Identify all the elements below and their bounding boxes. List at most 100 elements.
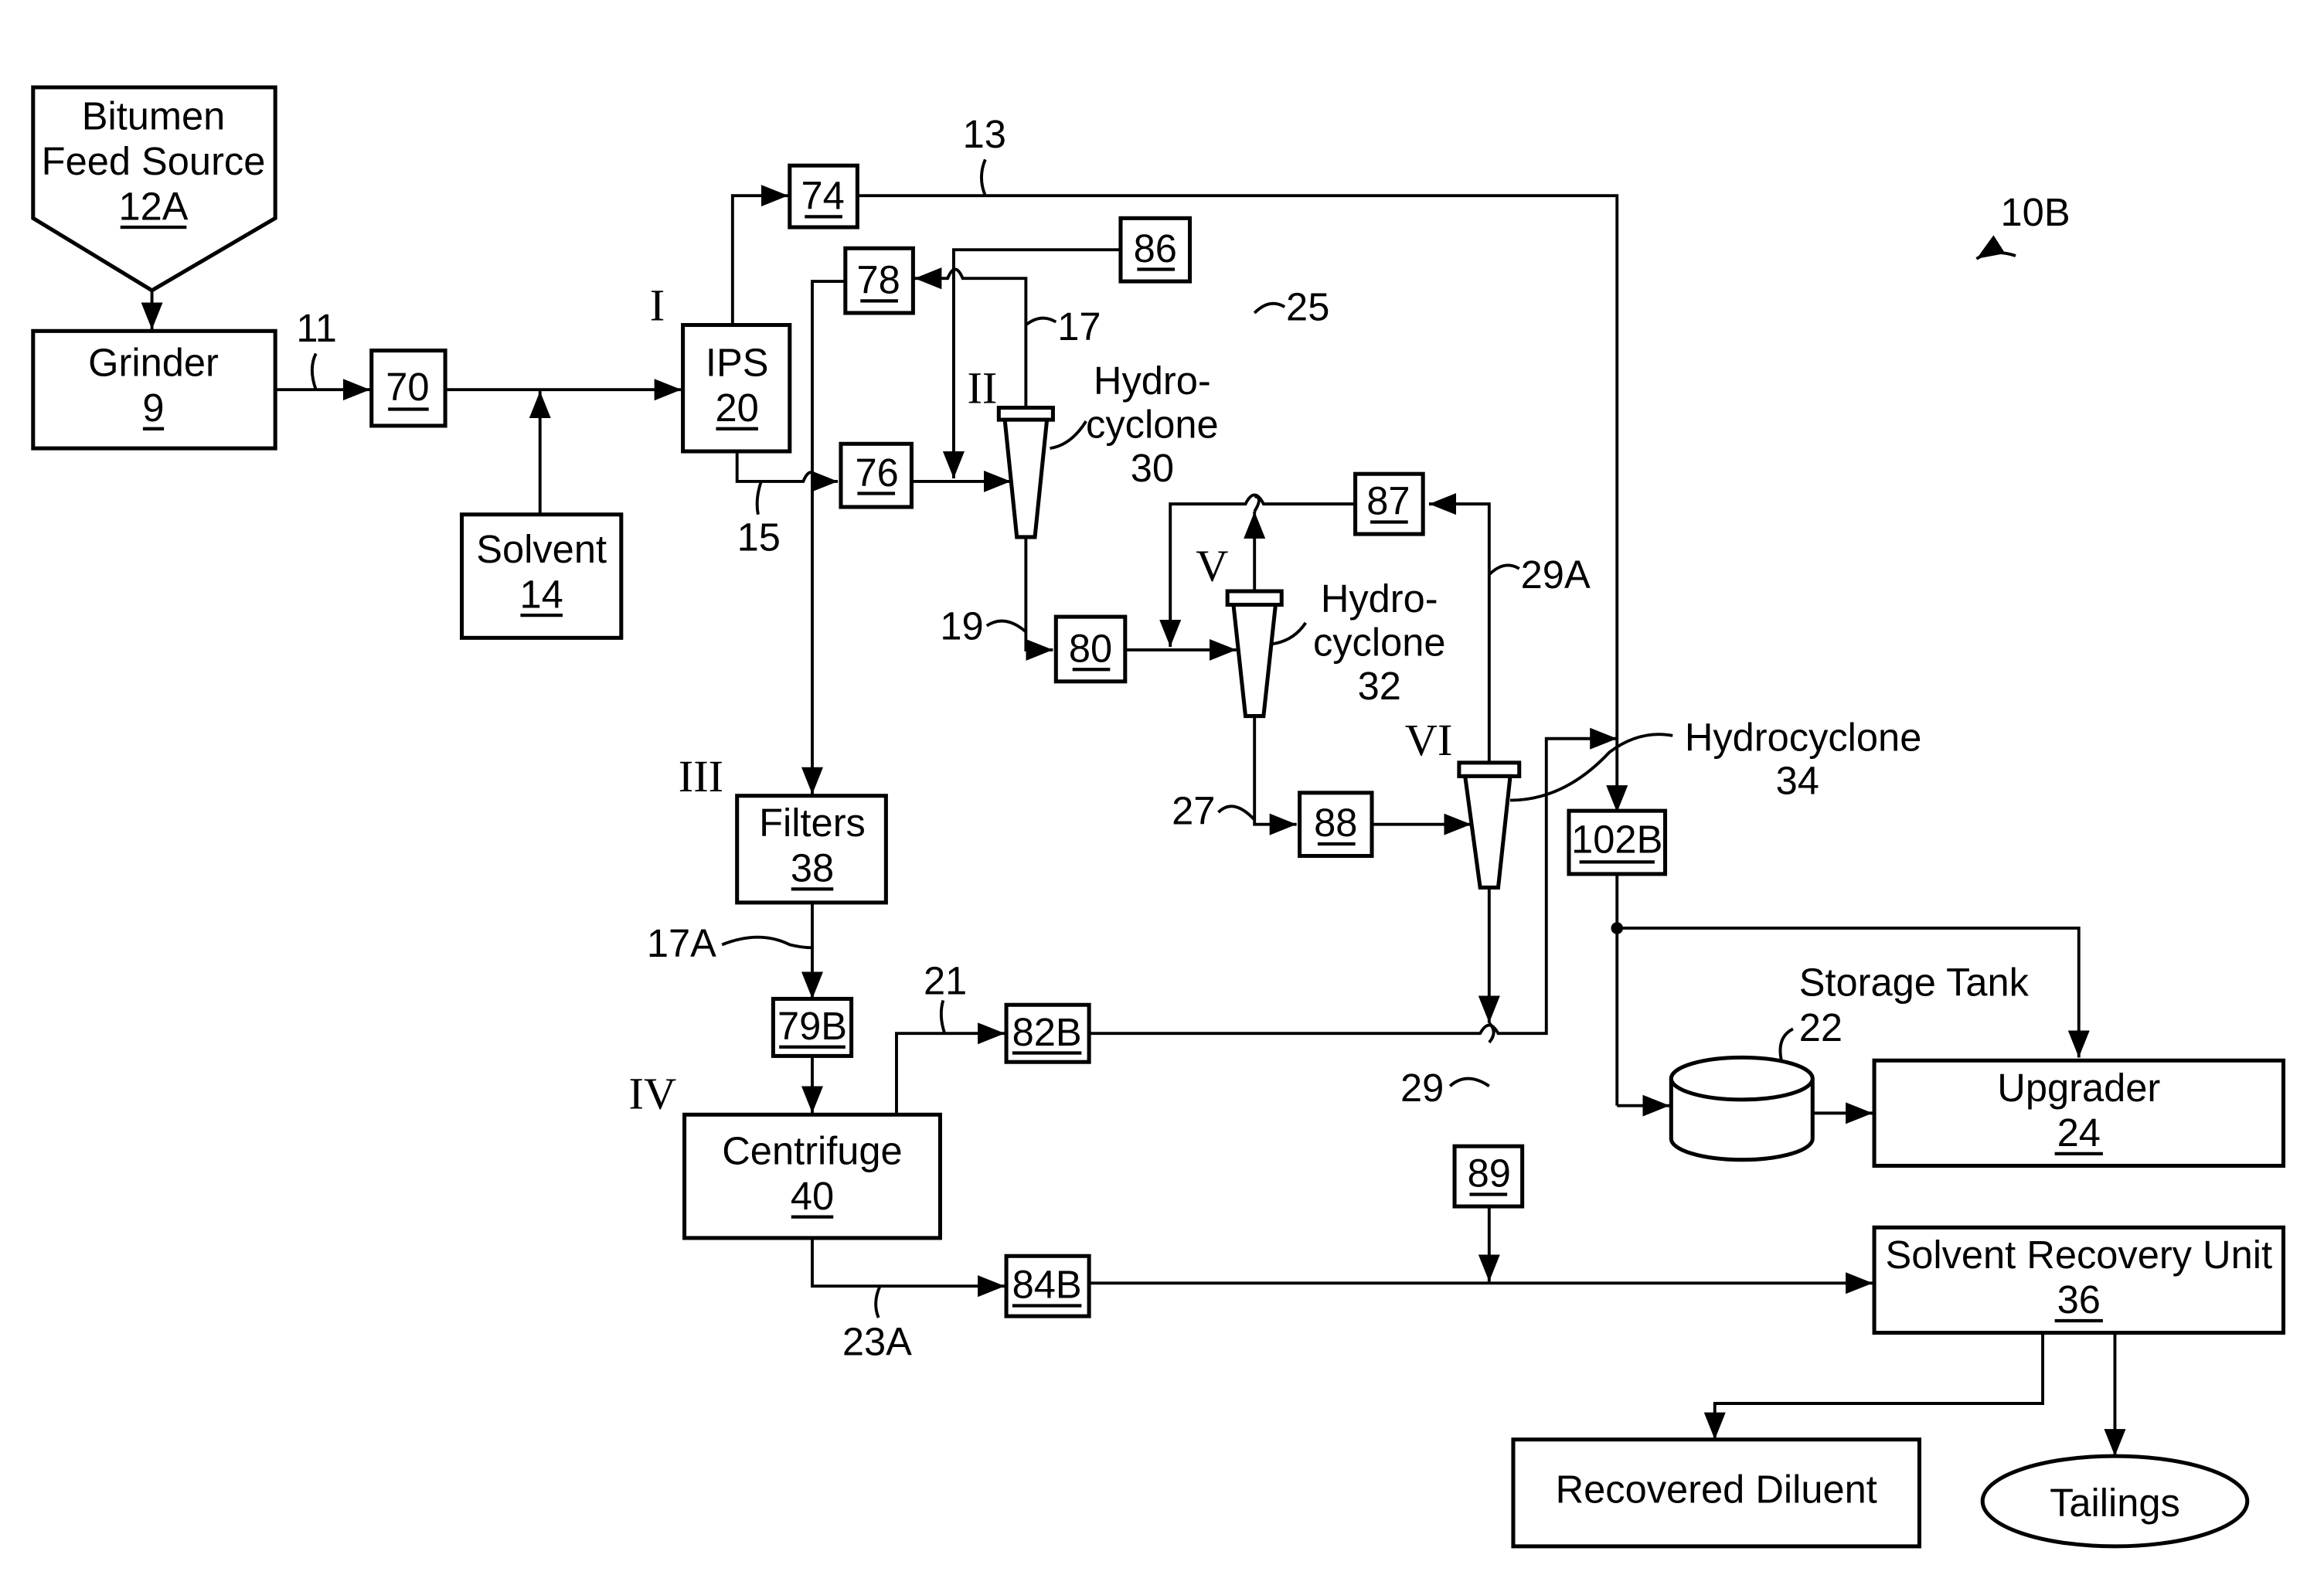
hc30-label-1: Hydro- <box>1094 359 1211 403</box>
box-78-label: 78 <box>856 258 900 302</box>
hydrocyclone-30[interactable]: Hydro- cyclone 30 <box>996 359 1219 539</box>
solvent-unit[interactable]: Solvent 14 <box>459 512 624 640</box>
leader-hc30 <box>1050 420 1087 451</box>
leader-23a <box>874 1285 882 1318</box>
solvent-label: Solvent <box>476 527 607 571</box>
box-102b[interactable]: 102B <box>1567 808 1668 876</box>
leader-15 <box>755 481 763 515</box>
box-79b[interactable]: 79B <box>771 996 854 1058</box>
stream-label-25: 25 <box>1286 285 1329 329</box>
hc30-label-2: cyclone <box>1086 402 1219 446</box>
leader-10b <box>1975 235 2016 260</box>
stream-label-15: 15 <box>737 515 781 559</box>
hc32-cap <box>1225 589 1284 607</box>
recovered-diluent-label: Recovered Diluent <box>1556 1467 1877 1511</box>
leader-hc34 <box>1510 733 1673 802</box>
filters-unit[interactable]: Filters 38 <box>735 794 888 905</box>
stream-label-13: 13 <box>963 112 1006 156</box>
box-82b-label: 82B <box>1012 1010 1082 1054</box>
box-89-label: 89 <box>1468 1151 1511 1196</box>
box-76-label: 76 <box>856 451 899 495</box>
leader-25 <box>1253 301 1286 315</box>
box-79b-label: 79B <box>778 1004 847 1048</box>
tailings-label: Tailings <box>2050 1481 2180 1525</box>
feed-source-label-2: Feed Source <box>42 139 266 183</box>
box-82b[interactable]: 82B <box>1004 1002 1091 1064</box>
stream-label-23a: 23A <box>842 1320 912 1364</box>
leader-11 <box>310 352 318 390</box>
hc32-label-1: Hydro- <box>1321 577 1438 621</box>
line-19 <box>1024 538 1053 661</box>
stage-label-ii: II <box>967 363 997 413</box>
box-86[interactable]: 86 <box>1118 216 1193 284</box>
small-boxes: 70 74 78 86 76 87 80 88 102B 79B 82B 89 … <box>369 163 1668 1318</box>
centrifuge-ref: 40 <box>791 1174 834 1218</box>
leader-29a <box>1488 563 1520 577</box>
stream-label-29: 29 <box>1400 1066 1444 1110</box>
box-87[interactable]: 87 <box>1353 471 1425 536</box>
centrifuge-label: Centrifuge <box>722 1129 902 1173</box>
upgrader-label: Upgrader <box>1997 1066 2160 1110</box>
box-88[interactable]: 88 <box>1298 791 1374 859</box>
line-sru-to-diluent <box>1703 1334 2044 1440</box>
process-flow-diagram: Bitumen Feed Source 12A Grinder 9 Solven… <box>31 85 2285 1549</box>
hc32-ref: 32 <box>1358 664 1401 708</box>
centrifuge-unit[interactable]: Centrifuge 40 <box>682 1112 942 1240</box>
filters-ref: 38 <box>791 846 834 890</box>
solvent-recovery-unit[interactable]: Solvent Recovery Unit 36 <box>1872 1225 2285 1335</box>
box-76[interactable]: 76 <box>839 441 914 509</box>
upgrader-unit[interactable]: Upgrader 24 <box>1872 1058 2285 1168</box>
stage-label-iv: IV <box>629 1069 677 1119</box>
filters-label: Filters <box>759 801 866 845</box>
stream-label-17: 17 <box>1057 304 1101 349</box>
box-87-label: 87 <box>1366 479 1410 523</box>
box-84b[interactable]: 84B <box>1004 1254 1091 1318</box>
hc32-label-2: cyclone <box>1313 621 1446 665</box>
box-78[interactable]: 78 <box>843 246 915 315</box>
ips-label: IPS <box>706 341 769 385</box>
stream-label-29a: 29A <box>1521 553 1591 597</box>
bitumen-feed-source[interactable]: Bitumen Feed Source 12A <box>31 85 277 293</box>
box-74[interactable]: 74 <box>788 163 859 230</box>
stream-label-17a: 17A <box>647 921 716 965</box>
box-70[interactable]: 70 <box>369 349 447 428</box>
tank-top <box>1669 1055 1815 1102</box>
box-80-label: 80 <box>1069 626 1112 670</box>
hc34-cap <box>1457 760 1522 778</box>
recovered-diluent-unit[interactable]: Recovered Diluent <box>1511 1437 1921 1549</box>
box-88-label: 88 <box>1314 801 1357 845</box>
leader-17a <box>721 935 812 950</box>
hc30-ref: 30 <box>1131 446 1174 490</box>
line-23a <box>811 1237 1005 1298</box>
stage-label-v: V <box>1196 540 1228 590</box>
box-89[interactable]: 89 <box>1452 1144 1525 1209</box>
line-ips-to-74 <box>730 185 788 325</box>
figure-label: 10B <box>2001 190 2071 234</box>
stream-label-21: 21 <box>924 959 967 1003</box>
stage-label-i: I <box>650 281 665 331</box>
box-86-label: 86 <box>1134 226 1177 270</box>
line-15 <box>735 451 839 492</box>
box-80[interactable]: 80 <box>1053 614 1128 684</box>
line-82b-to-main <box>1091 727 1618 1036</box>
leader-13 <box>980 158 987 196</box>
hydrocyclone-34[interactable]: Hydrocyclone 34 <box>1457 715 1922 890</box>
grinder-unit[interactable]: Grinder 9 <box>31 328 277 451</box>
hc34-ref: 34 <box>1776 759 1819 803</box>
leader-29 <box>1448 1077 1490 1087</box>
storage-tank-ref: 22 <box>1799 1005 1843 1049</box>
grinder-label: Grinder <box>88 341 219 385</box>
grinder-ref: 9 <box>142 386 164 430</box>
leader-hc32 <box>1272 621 1307 646</box>
hc30-cone <box>1002 417 1050 539</box>
stage-label-vi: VI <box>1405 715 1453 765</box>
hydrocyclone-32[interactable]: Hydro- cyclone 32 <box>1225 577 1446 719</box>
box-102b-label: 102B <box>1571 818 1662 862</box>
stream-label-19: 19 <box>940 604 983 648</box>
tailings-unit[interactable]: Tailings <box>1980 1454 2250 1549</box>
feed-source-ref: 12A <box>119 184 189 228</box>
leader-19 <box>985 619 1027 634</box>
ips-unit[interactable]: IPS 20 <box>681 322 792 454</box>
box-84b-label: 84B <box>1012 1263 1082 1307</box>
hc34-label: Hydrocyclone <box>1685 715 1922 759</box>
